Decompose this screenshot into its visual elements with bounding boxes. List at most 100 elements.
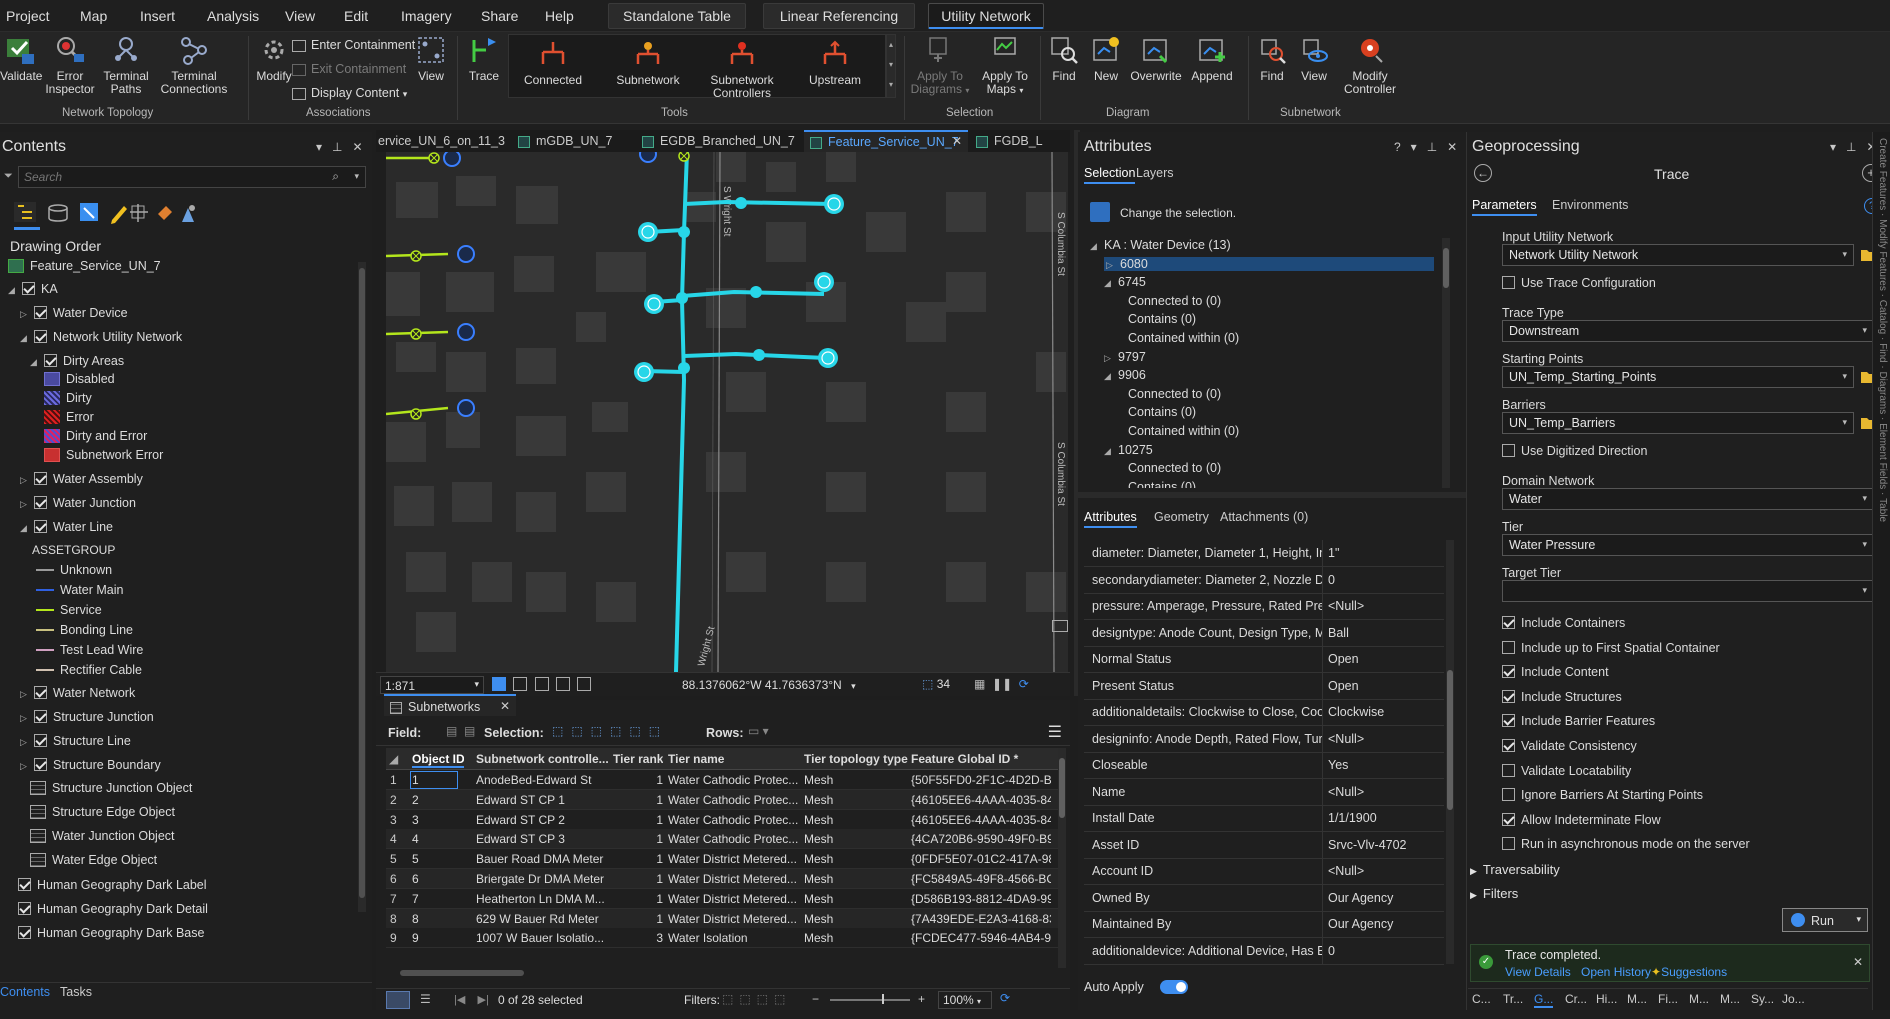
table-cell[interactable]: {50F55FD0-2F1C-4D2D-BD( — [911, 773, 1051, 787]
table-row[interactable]: 5 5 Bauer Road DMA Meter 1 Water District Me… — [386, 849, 1058, 870]
table-cell[interactable]: 3 — [412, 813, 456, 827]
correction-icon[interactable] — [556, 677, 571, 691]
table-cell[interactable]: {FC5849A5-49F8-4566-BC9E — [911, 872, 1051, 886]
dock-tab[interactable]: Sy... — [1751, 992, 1774, 1006]
layer-water-device[interactable]: ▷ Water Device — [20, 306, 128, 320]
table-cell[interactable]: {4CA720B6-9590-49F0-B9B5 — [911, 832, 1051, 846]
attribute-row[interactable]: Install Date 1/1/1900 — [1084, 805, 1444, 832]
expand-icon[interactable]: ▷ — [1106, 260, 1116, 271]
map-tab-1[interactable]: ervice_UN_6_on_11_3 — [378, 134, 505, 148]
table-water-edge-object[interactable]: Water Edge Object — [30, 853, 157, 867]
tree-association-node[interactable]: Connected to (0) — [1114, 294, 1221, 308]
dock-tab[interactable]: Hi... — [1596, 992, 1617, 1006]
table-cell[interactable]: Water Cathodic Protec... — [668, 832, 798, 846]
map-tab-3[interactable]: EGDB_Branched_UN_7 — [642, 134, 795, 148]
zoom-slider-thumb[interactable] — [882, 994, 884, 1004]
row-number[interactable]: 8 — [390, 912, 397, 926]
attribute-row[interactable]: designinfo: Anode Depth, Rated Flow, Tur… — [1084, 725, 1444, 753]
modify-associations-button[interactable]: Modify — [252, 34, 296, 83]
table-cell[interactable]: Edward ST CP 3 — [476, 832, 610, 846]
chevron-down-icon[interactable]: ▾ — [354, 171, 359, 182]
search-icon[interactable]: ⌕ — [332, 169, 339, 184]
trace-option-checkbox[interactable]: Include Content — [1502, 665, 1609, 679]
overview-icon[interactable] — [1052, 620, 1068, 632]
menu-imagery[interactable]: Imagery — [401, 8, 452, 24]
trace-option-checkbox[interactable]: Validate Locatability — [1502, 763, 1631, 778]
use-trace-configuration-checkbox[interactable]: Use Trace Configuration — [1502, 276, 1656, 290]
dock-tab[interactable]: Tr... — [1503, 992, 1523, 1006]
tier-select[interactable]: Water Pressure ▾ — [1502, 534, 1874, 556]
open-history-link[interactable]: Open History — [1581, 965, 1651, 979]
checkbox[interactable] — [1502, 689, 1515, 703]
expand-icon[interactable]: ◢ — [1090, 241, 1100, 252]
table-cell[interactable]: {7A439EDE-E2A3-4168-838I — [911, 912, 1051, 926]
attribute-field-value[interactable]: Our Agency — [1328, 917, 1393, 931]
side-tab[interactable]: Modify Features — [1877, 219, 1888, 291]
attribute-row[interactable]: Closeable Yes — [1084, 752, 1444, 779]
table-cell[interactable]: Water Cathodic Protec... — [668, 793, 798, 807]
diagram-new-button[interactable]: New — [1086, 34, 1126, 83]
table-cell[interactable]: 1 — [613, 773, 663, 787]
attribute-field-value[interactable]: <Null> — [1328, 864, 1364, 878]
table-cell[interactable]: 2 — [412, 793, 456, 807]
table-cell[interactable]: Mesh — [804, 852, 908, 866]
table-cell[interactable]: 8 — [412, 912, 456, 926]
filters-section[interactable]: ▶ Filters — [1470, 886, 1518, 901]
layer-water-junction[interactable]: ▷ Water Junction — [20, 496, 136, 510]
tree-feature-node[interactable]: ◢ 6745 — [1104, 275, 1146, 289]
attribute-row[interactable]: Asset ID Srvc-Vlv-4702 — [1084, 831, 1444, 859]
map-node[interactable]: Feature_Service_UN_7 — [8, 259, 161, 273]
map-tab-2[interactable]: mGDB_UN_7 — [518, 134, 612, 148]
table-cell[interactable]: 1 — [613, 872, 663, 886]
starting-points-select[interactable]: UN_Temp_Starting_Points ▾ — [1502, 366, 1854, 388]
trace-option-checkbox[interactable]: Run in asynchronous mode on the server — [1502, 837, 1750, 851]
zoom-slider[interactable] — [830, 999, 910, 1001]
checkbox[interactable] — [1502, 616, 1515, 629]
filter-tools[interactable]: ⬚⬚⬚⬚ — [722, 992, 791, 1006]
column-header-tier-topology-type[interactable]: Tier topology type — [804, 752, 908, 766]
change-selection-row[interactable]: Change the selection. ▾ — [1086, 198, 1486, 228]
table-cell[interactable]: Water Cathodic Protec... — [668, 773, 798, 787]
map-tab-5[interactable]: FGDB_L — [976, 134, 1043, 148]
traversability-section[interactable]: ▶ Traversability — [1470, 862, 1560, 877]
map-canvas[interactable]: S Wright St S Columbia St S Columbia St … — [386, 152, 1068, 672]
map-tab-active[interactable]: Feature_Service_UN_7 ✕ — [804, 130, 968, 152]
column-header-tier-name[interactable]: Tier name — [668, 752, 798, 766]
table-cell[interactable]: {46105EE6-4AAA-4035-843( — [911, 793, 1051, 807]
tab-parameters[interactable]: Parameters — [1472, 198, 1537, 216]
suggestions-link[interactable]: ✦Suggestions — [1651, 965, 1727, 979]
tree-layer-node[interactable]: ◢ KA : Water Device (13) — [1090, 238, 1231, 252]
auto-apply-toggle[interactable] — [1160, 980, 1188, 994]
attribute-field-value[interactable]: Srvc-Vlv-4702 — [1328, 838, 1407, 852]
close-icon[interactable]: ✕ — [1853, 955, 1863, 969]
table-structure-junction-object[interactable]: Structure Junction Object — [30, 781, 192, 795]
trace-button[interactable]: Trace — [462, 34, 506, 83]
row-number[interactable]: 9 — [390, 931, 397, 945]
menu-help[interactable]: Help — [545, 8, 574, 24]
attribute-grid-scroll[interactable] — [1446, 540, 1454, 964]
attribute-row[interactable]: Maintained By Our Agency — [1084, 911, 1444, 938]
tree-association-node[interactable]: Contains (0) — [1114, 405, 1196, 419]
diagram-overwrite-button[interactable]: Overwrite — [1126, 34, 1186, 83]
tab-geometry[interactable]: Geometry — [1154, 510, 1209, 524]
expand-icon[interactable]: ◢ — [1104, 446, 1114, 457]
tree-association-node[interactable]: Contains (0) — [1114, 312, 1196, 326]
column-header-tier-rank[interactable]: Tier rank — [613, 752, 663, 766]
tree-association-node[interactable]: Contained within (0) — [1114, 331, 1239, 345]
side-tab[interactable]: Table — [1877, 498, 1888, 522]
layer-structure-junction[interactable]: ▷ Structure Junction — [20, 710, 154, 724]
zoom-level-select[interactable]: 100% ▾ — [938, 991, 992, 1009]
table-cell[interactable]: 4 — [412, 832, 456, 846]
table-cell[interactable]: 1 — [613, 793, 663, 807]
attribute-field-value[interactable]: Open — [1328, 652, 1359, 666]
view-associations-button[interactable]: View — [414, 34, 448, 83]
attribute-field-value[interactable]: Clockwise — [1328, 705, 1384, 719]
upstream-trace-button[interactable]: Upstream — [800, 38, 870, 87]
dock-tab[interactable]: Cr... — [1565, 992, 1587, 1006]
table-cell[interactable]: Water Isolation — [668, 931, 798, 945]
menu-edit[interactable]: Edit — [344, 8, 368, 24]
contents-search-input[interactable] — [19, 167, 319, 187]
diagram-find-button[interactable]: Find — [1044, 34, 1084, 83]
tree-feature-node[interactable]: ▷ 6080 — [1104, 256, 1434, 271]
tab-tasks[interactable]: Tasks — [60, 985, 92, 999]
